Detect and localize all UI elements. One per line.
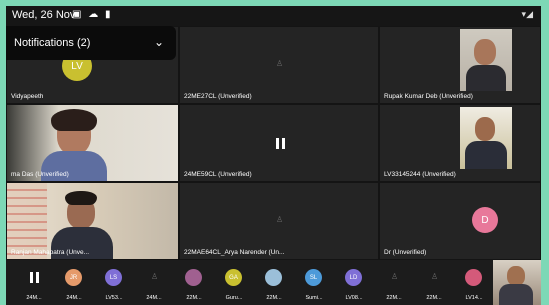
participant-tile[interactable]: Rupak Kumar Deb (Unverified) — [379, 26, 541, 104]
avatar — [265, 269, 282, 286]
signal-icon: ▾◢ — [521, 9, 533, 19]
camera-off-icon: ♙ — [276, 59, 284, 68]
strip-participant[interactable]: 22M... — [254, 263, 294, 303]
strip-participant-name: 22M... — [186, 295, 202, 301]
camera-off-icon: ♙ — [276, 215, 284, 224]
participant-tile[interactable]: ♙ 22MAE64CL_Arya Narender (Un... — [179, 182, 379, 260]
strip-participant[interactable]: JR 24M... — [54, 263, 94, 303]
strip-participant[interactable]: GA Guru... — [214, 263, 254, 303]
participant-name: Ranjan Mahapatra (Unve... — [11, 249, 90, 256]
strip-participant[interactable]: ♙ 22M... — [374, 263, 414, 303]
chevron-down-icon[interactable]: ⌄ — [154, 35, 164, 49]
participant-tile[interactable]: ♙ 22ME27CL (Unverified) — [179, 26, 379, 104]
participant-tile[interactable]: ma Das (Unverified) — [6, 104, 179, 182]
notifications-bar[interactable]: Notifications (2) ⌄ — [6, 26, 176, 60]
strip-participant-name: 24M... — [146, 295, 162, 301]
notifications-title: Notifications (2) — [14, 37, 91, 49]
strip-participant[interactable]: 22M... — [174, 263, 214, 303]
participant-video — [460, 29, 512, 91]
strip-participant-name: Guru... — [225, 295, 243, 301]
camera-off-icon: ♙ — [151, 272, 159, 281]
avatar: LD — [345, 269, 362, 286]
status-time: Wed, 26 Nov — [12, 9, 76, 21]
participant-name: 24ME59CL (Unverified) — [184, 171, 252, 178]
strip-participant-name: LV08... — [345, 295, 363, 301]
participant-name: ma Das (Unverified) — [11, 171, 69, 178]
participant-name: 22MAE64CL_Arya Narender (Un... — [184, 249, 285, 256]
participant-name: 22ME27CL (Unverified) — [184, 93, 252, 100]
status-icons: ▣ ☁ ▮ — [72, 9, 113, 20]
strip-participant[interactable]: ♙ 22M... — [414, 263, 454, 303]
strip-participant-name: LV53... — [105, 295, 123, 301]
strip-participant-name: 22M... — [386, 295, 402, 301]
status-bar: Wed, 26 Nov ▣ ☁ ▮ ▾◢ — [6, 6, 541, 24]
strip-participant-name: LV14... — [465, 295, 483, 301]
camera-off-icon: ♙ — [431, 272, 439, 281]
avatar: GA — [225, 269, 242, 286]
participant-tile[interactable]: D Dr (Unverified) — [379, 182, 541, 260]
avatar — [185, 269, 202, 286]
pause-icon — [276, 138, 285, 149]
participant-strip: 24M... JR 24M... LS LV53... ♙ 24M... 22M... GA Gu… — [6, 260, 541, 305]
strip-participant[interactable]: LV14... — [454, 263, 494, 303]
camera-off-icon: ♙ — [391, 272, 399, 281]
strip-participant[interactable]: ♙ 24M... — [134, 263, 174, 303]
strip-participant-name: Sumi... — [305, 295, 323, 301]
avatar: LS — [105, 269, 122, 286]
strip-participant[interactable]: SL Sumi... — [294, 263, 334, 303]
pause-icon — [30, 272, 39, 283]
participant-name: LV33145244 (Unverified) — [384, 171, 456, 178]
strip-participant-name: 22M... — [266, 295, 282, 301]
strip-participant[interactable]: 24M... — [14, 263, 54, 303]
participant-video — [460, 107, 512, 169]
participant-tile[interactable]: 24ME59CL (Unverified) — [179, 104, 379, 182]
avatar — [465, 269, 482, 286]
strip-participant[interactable]: LS LV53... — [94, 263, 134, 303]
participant-tile[interactable]: LV33145244 (Unverified) — [379, 104, 541, 182]
participant-name: Rupak Kumar Deb (Unverified) — [384, 93, 473, 100]
strip-participant[interactable]: LD LV08... — [334, 263, 374, 303]
avatar: D — [472, 207, 498, 233]
avatar: SL — [305, 269, 322, 286]
self-view-video — [493, 260, 541, 305]
strip-participant-name: 22M... — [426, 295, 442, 301]
participant-name: Dr (Unverified) — [384, 249, 427, 256]
participant-name: Vidyapeeth — [11, 93, 44, 100]
meeting-screen: Wed, 26 Nov ▣ ☁ ▮ ▾◢ LV Vidyapeeth ♙ 22M… — [6, 6, 541, 305]
strip-participant-name: 24M... — [26, 295, 42, 301]
avatar: JR — [65, 269, 82, 286]
participant-tile[interactable]: Ranjan Mahapatra (Unve... — [6, 182, 179, 260]
strip-participant-name: 24M... — [66, 295, 82, 301]
